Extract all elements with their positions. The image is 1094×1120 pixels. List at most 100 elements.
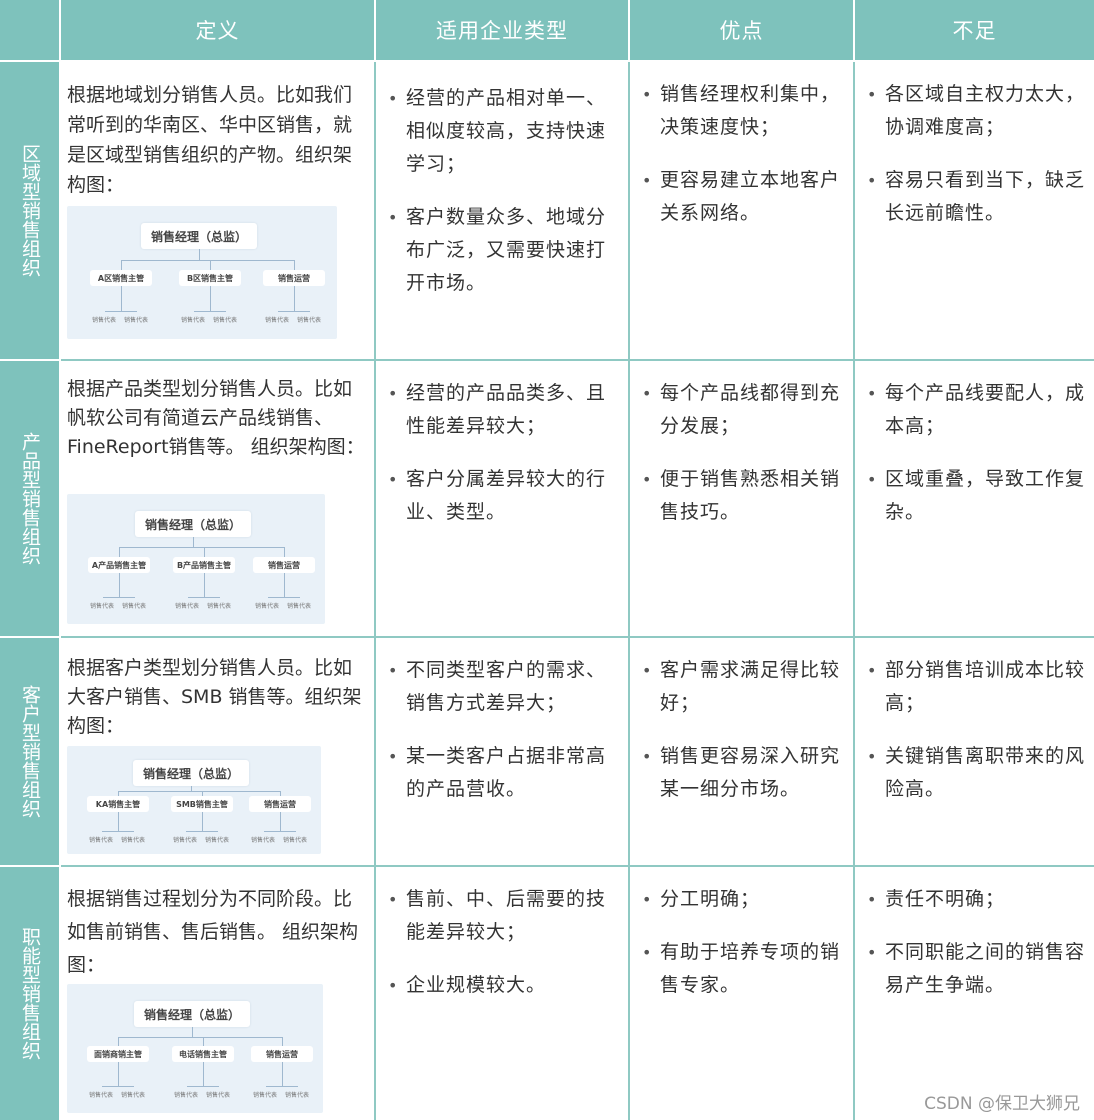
- org-chart-node: 销售运营: [253, 557, 315, 573]
- connector-line: [210, 286, 211, 311]
- connector-line: [118, 1037, 282, 1038]
- connector-line: [103, 597, 135, 598]
- org-chart-leaf: 销售代表: [297, 317, 322, 324]
- connector-line: [268, 597, 300, 598]
- cons-cell: • 各区域自主权力太大，协调难度高； • 容易只看到当下，缺乏长远前瞻性。: [855, 62, 1094, 361]
- header-corner: [0, 0, 61, 62]
- connector-line: [186, 831, 218, 832]
- connector-line: [105, 311, 137, 312]
- connector-line: [284, 573, 285, 597]
- connector-line: [187, 1086, 219, 1087]
- definition-cell: 根据客户类型划分销售人员。比如大客户销售、SMB 销售等。组织架构图： 销售经理…: [61, 638, 376, 867]
- org-chart-node: A区销售主管: [90, 270, 152, 286]
- connector-line: [204, 573, 205, 597]
- connector-line: [280, 812, 281, 831]
- org-chart-leaf: 销售代表: [92, 317, 117, 324]
- connector-line: [282, 1037, 283, 1046]
- org-chart-node: SMB销售主管: [171, 796, 233, 812]
- org-chart-leaf: 销售代表: [255, 603, 280, 610]
- cons-cell: • 责任不明确； • 不同职能之间的销售容易产生争端。: [855, 867, 1094, 1120]
- row-label-text: 区域型销售组织: [19, 144, 41, 277]
- list-item: • 经营的产品品类多、且性能差异较大；: [388, 382, 607, 437]
- list-item: • 部分销售培训成本比较高；: [867, 659, 1086, 714]
- org-chart-node: 电话销售主管: [172, 1046, 234, 1062]
- connector-line: [194, 311, 226, 312]
- connector-line: [119, 573, 120, 597]
- row-label-product: 产品型销售组织: [0, 361, 61, 638]
- row-label-regional: 区域型销售组织: [0, 62, 61, 361]
- header-definition: 定义: [61, 0, 376, 62]
- org-chart-leaf: 销售代表: [213, 317, 238, 324]
- org-chart-leaf: 销售代表: [251, 837, 276, 844]
- row-label-text: 客户型销售组织: [19, 685, 41, 818]
- connector-line: [294, 286, 295, 311]
- connector-line: [118, 791, 280, 792]
- org-chart-node: B区销售主管: [179, 270, 241, 286]
- definition-text: 根据地域划分销售人员。比如我们常听到的华南区、华中区销售，就是区域型销售组织的产…: [67, 84, 353, 196]
- definition-text: 根据客户类型划分销售人员。比如大客户销售、SMB 销售等。组织架构图：: [67, 657, 362, 737]
- connector-line: [192, 1027, 193, 1037]
- org-chart-root: 销售经理（总监）: [141, 223, 257, 249]
- connector-line: [284, 547, 285, 557]
- list-item: • 每个产品线要配人，成本高；: [867, 382, 1086, 437]
- definition-cell: 根据销售过程划分为不同阶段。比如售前销售、售后销售。 组织架构图： 销售经理（总…: [61, 867, 376, 1120]
- connector-line: [199, 249, 200, 260]
- pros-cell: • 每个产品线都得到充分发展； • 便于销售熟悉相关销售技巧。: [630, 361, 855, 638]
- org-chart-leaf: 销售代表: [283, 837, 308, 844]
- org-chart-root: 销售经理（总监）: [134, 1001, 250, 1027]
- org-chart-leaf: 销售代表: [124, 317, 149, 324]
- org-chart-leaf: 销售代表: [265, 317, 290, 324]
- org-chart: 销售经理（总监） A产品销售主管 销售代表 销售代表 B产品销售主管 销售代表 销售代表 销售…: [67, 494, 325, 624]
- header-advantages: 优点: [630, 0, 855, 62]
- header-disadvantages: 不足: [855, 0, 1094, 62]
- org-chart: 销售经理（总监） A区销售主管 销售代表 销售代表 B区销售主管 销售代表 销售代表 销售运营…: [67, 206, 337, 339]
- list-item: • 客户需求满足得比较好；: [642, 659, 841, 714]
- list-item: • 经营的产品相对单一、相似度较高，支持快速学习；: [388, 87, 607, 175]
- org-chart-node: A产品销售主管: [88, 557, 150, 573]
- connector-line: [102, 831, 134, 832]
- org-chart-node: B产品销售主管: [173, 557, 235, 573]
- org-chart-leaf: 销售代表: [121, 837, 146, 844]
- list-item: • 关键销售离职带来的风险高。: [867, 745, 1086, 800]
- cons-cell: • 部分销售培训成本比较高； • 关键销售离职带来的风险高。: [855, 638, 1094, 867]
- list-item: • 不同职能之间的销售容易产生争端。: [867, 941, 1086, 996]
- types-cell: • 经营的产品相对单一、相似度较高，支持快速学习； • 客户数量众多、地域分布广泛，…: [376, 62, 630, 361]
- list-item: • 各区域自主权力太大，协调难度高；: [867, 83, 1086, 138]
- connector-line: [121, 260, 122, 270]
- org-chart-leaf: 销售代表: [174, 1092, 199, 1099]
- list-item: • 便于销售熟悉相关销售技巧。: [642, 468, 841, 523]
- list-item: • 更容易建立本地客户关系网络。: [642, 169, 841, 224]
- pros-cell: • 客户需求满足得比较好； • 销售更容易深入研究某一细分市场。: [630, 638, 855, 867]
- org-chart-leaf: 销售代表: [253, 1092, 278, 1099]
- org-chart-leaf: 销售代表: [205, 837, 230, 844]
- list-item: • 销售经理权利集中，决策速度快；: [642, 83, 841, 138]
- connector-line: [118, 812, 119, 831]
- connector-line: [118, 1062, 119, 1086]
- list-item: • 不同类型客户的需求、销售方式差异大；: [388, 659, 607, 714]
- types-cell: • 不同类型客户的需求、销售方式差异大； • 某一类客户占据非常高的产品营收。: [376, 638, 630, 867]
- connector-line: [282, 1062, 283, 1086]
- org-chart-node: KA销售主管: [87, 796, 149, 812]
- org-chart-node: 面销商销主管: [87, 1046, 149, 1062]
- connector-line: [294, 260, 295, 270]
- org-chart-leaf: 销售代表: [122, 603, 147, 610]
- types-cell: • 经营的产品品类多、且性能差异较大； • 客户分属差异较大的行业、类型。: [376, 361, 630, 638]
- row-label-text: 产品型销售组织: [19, 432, 41, 565]
- connector-line: [188, 597, 220, 598]
- org-chart-leaf: 销售代表: [89, 837, 114, 844]
- connector-line: [202, 812, 203, 831]
- org-chart-leaf: 销售代表: [173, 837, 198, 844]
- connector-line: [193, 537, 194, 547]
- list-item: • 责任不明确；: [867, 888, 1006, 910]
- definition-cell: 根据产品类型划分销售人员。比如帆软公司有简道云产品线销售、FineReport销…: [61, 361, 376, 638]
- org-chart-leaf: 销售代表: [121, 1092, 146, 1099]
- org-chart: 销售经理（总监） 面销商销主管 销售代表 销售代表 电话销售主管 销售代表 销售代表 销售运营…: [67, 984, 323, 1113]
- list-item: • 区域重叠，导致工作复杂。: [867, 468, 1086, 523]
- list-item: • 容易只看到当下，缺乏长远前瞻性。: [867, 169, 1086, 224]
- connector-line: [264, 831, 296, 832]
- list-item: • 售前、中、后需要的技能差异较大；: [388, 888, 607, 943]
- connector-line: [204, 547, 205, 557]
- connector-line: [119, 547, 120, 557]
- header-enterprise-types: 适用企业类型: [376, 0, 630, 62]
- org-chart-leaf: 销售代表: [181, 317, 206, 324]
